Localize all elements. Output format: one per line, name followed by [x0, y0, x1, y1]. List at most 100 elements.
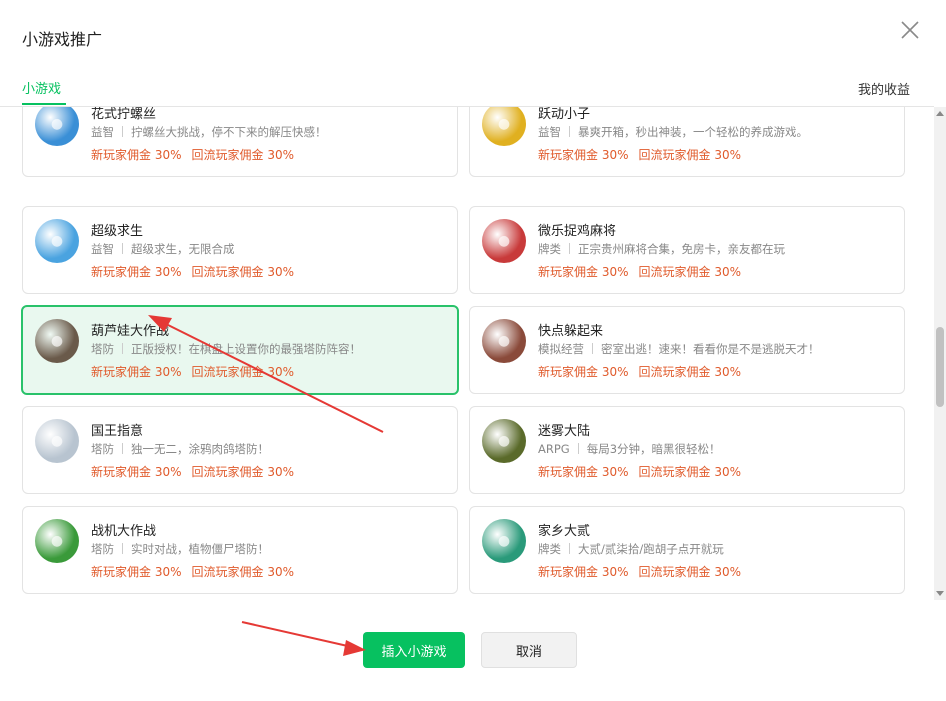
category-separator	[569, 126, 570, 137]
game-category: 益智	[538, 125, 561, 139]
avatar-glyph: ●	[50, 233, 64, 249]
game-card[interactable]: ● 国王指意塔防 独一无二，涂鸦肉鸽塔防！ 新玩家佣金 30% 回流玩家佣金 30%	[22, 406, 458, 494]
game-description: 模拟经营 密室出逃！速来！看看你是不是逃脱天才！	[538, 341, 820, 357]
scroll-up-icon[interactable]	[936, 111, 944, 116]
new-player-commission: 新玩家佣金 30%	[91, 465, 182, 479]
cards-icon: ●	[482, 519, 526, 563]
game-tagline: 正宗贵州麻将合集，免房卡，亲友都在玩	[578, 242, 785, 256]
list-scrollbar[interactable]	[934, 107, 946, 600]
girl-icon: ●	[482, 319, 526, 363]
new-player-commission: 新玩家佣金 30%	[538, 565, 629, 579]
commission-info: 新玩家佣金 30% 回流玩家佣金 30%	[91, 146, 294, 163]
returning-player-commission: 回流玩家佣金 30%	[638, 265, 742, 279]
avatar-glyph: ●	[497, 533, 511, 549]
avatar-glyph: ●	[50, 533, 64, 549]
game-card[interactable]: ● 家乡大贰牌类 大贰/贰柒拾/跑胡子点开就玩新玩家佣金 30% 回流玩家佣金 30%	[469, 506, 905, 594]
returning-player-commission: 回流玩家佣金 30%	[638, 565, 742, 579]
game-tagline: 独一无二，涂鸦肉鸽塔防！	[131, 442, 269, 456]
game-category: 塔防	[91, 442, 114, 456]
avatar-glyph: ●	[497, 333, 511, 349]
returning-player-commission: 回流玩家佣金 30%	[191, 265, 295, 279]
game-card[interactable]: ● 战机大作战 塔防 实时对战，植物僵尸塔防！ 新玩家佣金 30% 回流玩家佣金 30%	[22, 506, 458, 594]
game-tagline: 拧螺丝大挑战，停不下来的解压快感！	[131, 125, 327, 139]
game-card[interactable]: ● 迷雾大陆 ARPG 每局3分钟，暗黑很轻松！ 新玩家佣金 30% 回流玩家佣金 30%	[469, 406, 905, 494]
commission-info: 新玩家佣金 30% 回流玩家佣金 30%	[538, 263, 741, 280]
category-separator	[122, 543, 123, 554]
game-description: 牌类 正宗贵州麻将合集，免房卡，亲友都在玩	[538, 241, 785, 257]
game-category: ARPG	[538, 442, 570, 456]
new-player-commission: 新玩家佣金 30%	[538, 148, 629, 162]
category-separator	[122, 243, 123, 254]
game-description: 塔防 正版授权！在棋盘上设置你的最强塔防阵容！	[91, 341, 361, 357]
category-separator	[122, 343, 123, 354]
game-description: ARPG 每局3分钟，暗黑很轻松！	[538, 441, 721, 457]
game-name: 国王指意	[91, 424, 144, 439]
gourd-boy-icon: ●	[35, 319, 79, 363]
mini-game-promo-dialog: 小游戏推广 小游戏 我的收益 ● 花式拧螺丝益智 拧螺丝大挑战，停不下来的解压快感！…	[0, 0, 946, 701]
game-card[interactable]: ● 微乐捉鸡麻将 牌类 正宗贵州麻将合集，免房卡，亲友都在玩 新玩家佣金 30% 回流玩家…	[469, 206, 905, 294]
game-card[interactable]: ● 超级求生 益智 超级求生，无限合成 新玩家佣金 30% 回流玩家佣金 30%	[22, 206, 458, 294]
game-card[interactable]: ● 花式拧螺丝益智 拧螺丝大挑战，停不下来的解压快感！ 新玩家佣金 30% 回流玩家佣金…	[22, 107, 458, 177]
dialog-title: 小游戏推广	[22, 30, 103, 49]
category-separator	[577, 443, 579, 454]
game-name: 迷雾大陆	[538, 424, 591, 439]
game-category: 塔防	[91, 342, 114, 356]
commission-info: 新玩家佣金 30% 回流玩家佣金 30%	[538, 363, 741, 380]
game-name: 快点躲起来	[538, 324, 604, 339]
cancel-button[interactable]: 取消	[481, 632, 577, 668]
fox-warrior-icon: ●	[482, 419, 526, 463]
category-separator	[569, 243, 570, 254]
game-card[interactable]: ● 快点躲起来模拟经营 密室出逃！速来！看看你是不是逃脱天才！ 新玩家佣金 30% 回流…	[469, 306, 905, 394]
insert-mini-game-button[interactable]: 插入小游戏	[363, 632, 465, 668]
new-player-commission: 新玩家佣金 30%	[91, 265, 182, 279]
commission-info: 新玩家佣金 30% 回流玩家佣金 30%	[91, 463, 294, 480]
commission-info: 新玩家佣金 30% 回流玩家佣金 30%	[538, 463, 741, 480]
commission-info: 新玩家佣金 30% 回流玩家佣金 30%	[538, 146, 741, 163]
game-name: 跃动小子	[538, 107, 591, 122]
scrollbar-thumb[interactable]	[936, 327, 944, 407]
game-description: 益智 暴爽开箱，秒出神装，一个轻松的养成游戏。	[538, 124, 808, 140]
game-category: 模拟经营	[538, 342, 584, 356]
avatar-glyph: ●	[497, 116, 511, 132]
tab-mini-games[interactable]: 小游戏	[22, 78, 61, 97]
game-tagline: 正版授权！在棋盘上设置你的最强塔防阵容！	[131, 342, 361, 356]
returning-player-commission: 回流玩家佣金 30%	[638, 148, 742, 162]
game-tagline: 超级求生，无限合成	[131, 242, 235, 256]
game-description: 益智 超级求生，无限合成	[91, 241, 235, 257]
new-player-commission: 新玩家佣金 30%	[538, 365, 629, 379]
annotation-arrow-to-button	[241, 621, 366, 656]
game-card[interactable]: ● 跃动小子益智 暴爽开箱，秒出神装，一个轻松的养成游戏。 新玩家佣金 30% 回流玩家…	[469, 107, 905, 177]
returning-player-commission: 回流玩家佣金 30%	[638, 465, 742, 479]
duck-icon: ●	[35, 219, 79, 263]
my-income-link[interactable]: 我的收益	[858, 79, 910, 98]
game-description: 益智 拧螺丝大挑战，停不下来的解压快感！	[91, 124, 327, 140]
returning-player-commission: 回流玩家佣金 30%	[191, 148, 295, 162]
mahjong-icon: ●	[482, 219, 526, 263]
game-category: 牌类	[538, 242, 561, 256]
game-category: 益智	[91, 242, 114, 256]
avatar-glyph: ●	[50, 116, 64, 132]
avatar-glyph: ●	[50, 433, 64, 449]
returning-player-commission: 回流玩家佣金 30%	[191, 565, 295, 579]
game-tagline: 密室出逃！速来！看看你是不是逃脱天才！	[601, 342, 820, 356]
game-name: 花式拧螺丝	[91, 107, 157, 122]
close-icon[interactable]	[898, 18, 922, 42]
new-player-commission: 新玩家佣金 30%	[538, 465, 629, 479]
game-category: 益智	[91, 125, 114, 139]
game-name: 家乡大贰	[538, 524, 591, 539]
game-tagline: 大贰/贰柒拾/跑胡子点开就玩	[578, 542, 724, 556]
game-card[interactable]: ● 葫芦娃大作战 塔防 正版授权！在棋盘上设置你的最强塔防阵容！ 新玩家佣金 30% 回流…	[21, 305, 459, 395]
tab-active-indicator	[22, 103, 66, 105]
category-separator	[122, 443, 123, 454]
game-list[interactable]: ● 花式拧螺丝益智 拧螺丝大挑战，停不下来的解压快感！ 新玩家佣金 30% 回流玩家佣金…	[0, 107, 934, 600]
avatar-glyph: ●	[50, 333, 64, 349]
new-player-commission: 新玩家佣金 30%	[91, 565, 182, 579]
game-category: 牌类	[538, 542, 561, 556]
scroll-down-icon[interactable]	[936, 591, 944, 596]
returning-player-commission: 回流玩家佣金 30%	[191, 465, 295, 479]
game-category: 塔防	[91, 542, 114, 556]
returning-player-commission: 回流玩家佣金 30%	[638, 365, 742, 379]
commission-info: 新玩家佣金 30% 回流玩家佣金 30%	[91, 363, 294, 380]
category-separator	[592, 343, 593, 354]
game-description: 塔防 实时对战，植物僵尸塔防！	[91, 541, 269, 557]
